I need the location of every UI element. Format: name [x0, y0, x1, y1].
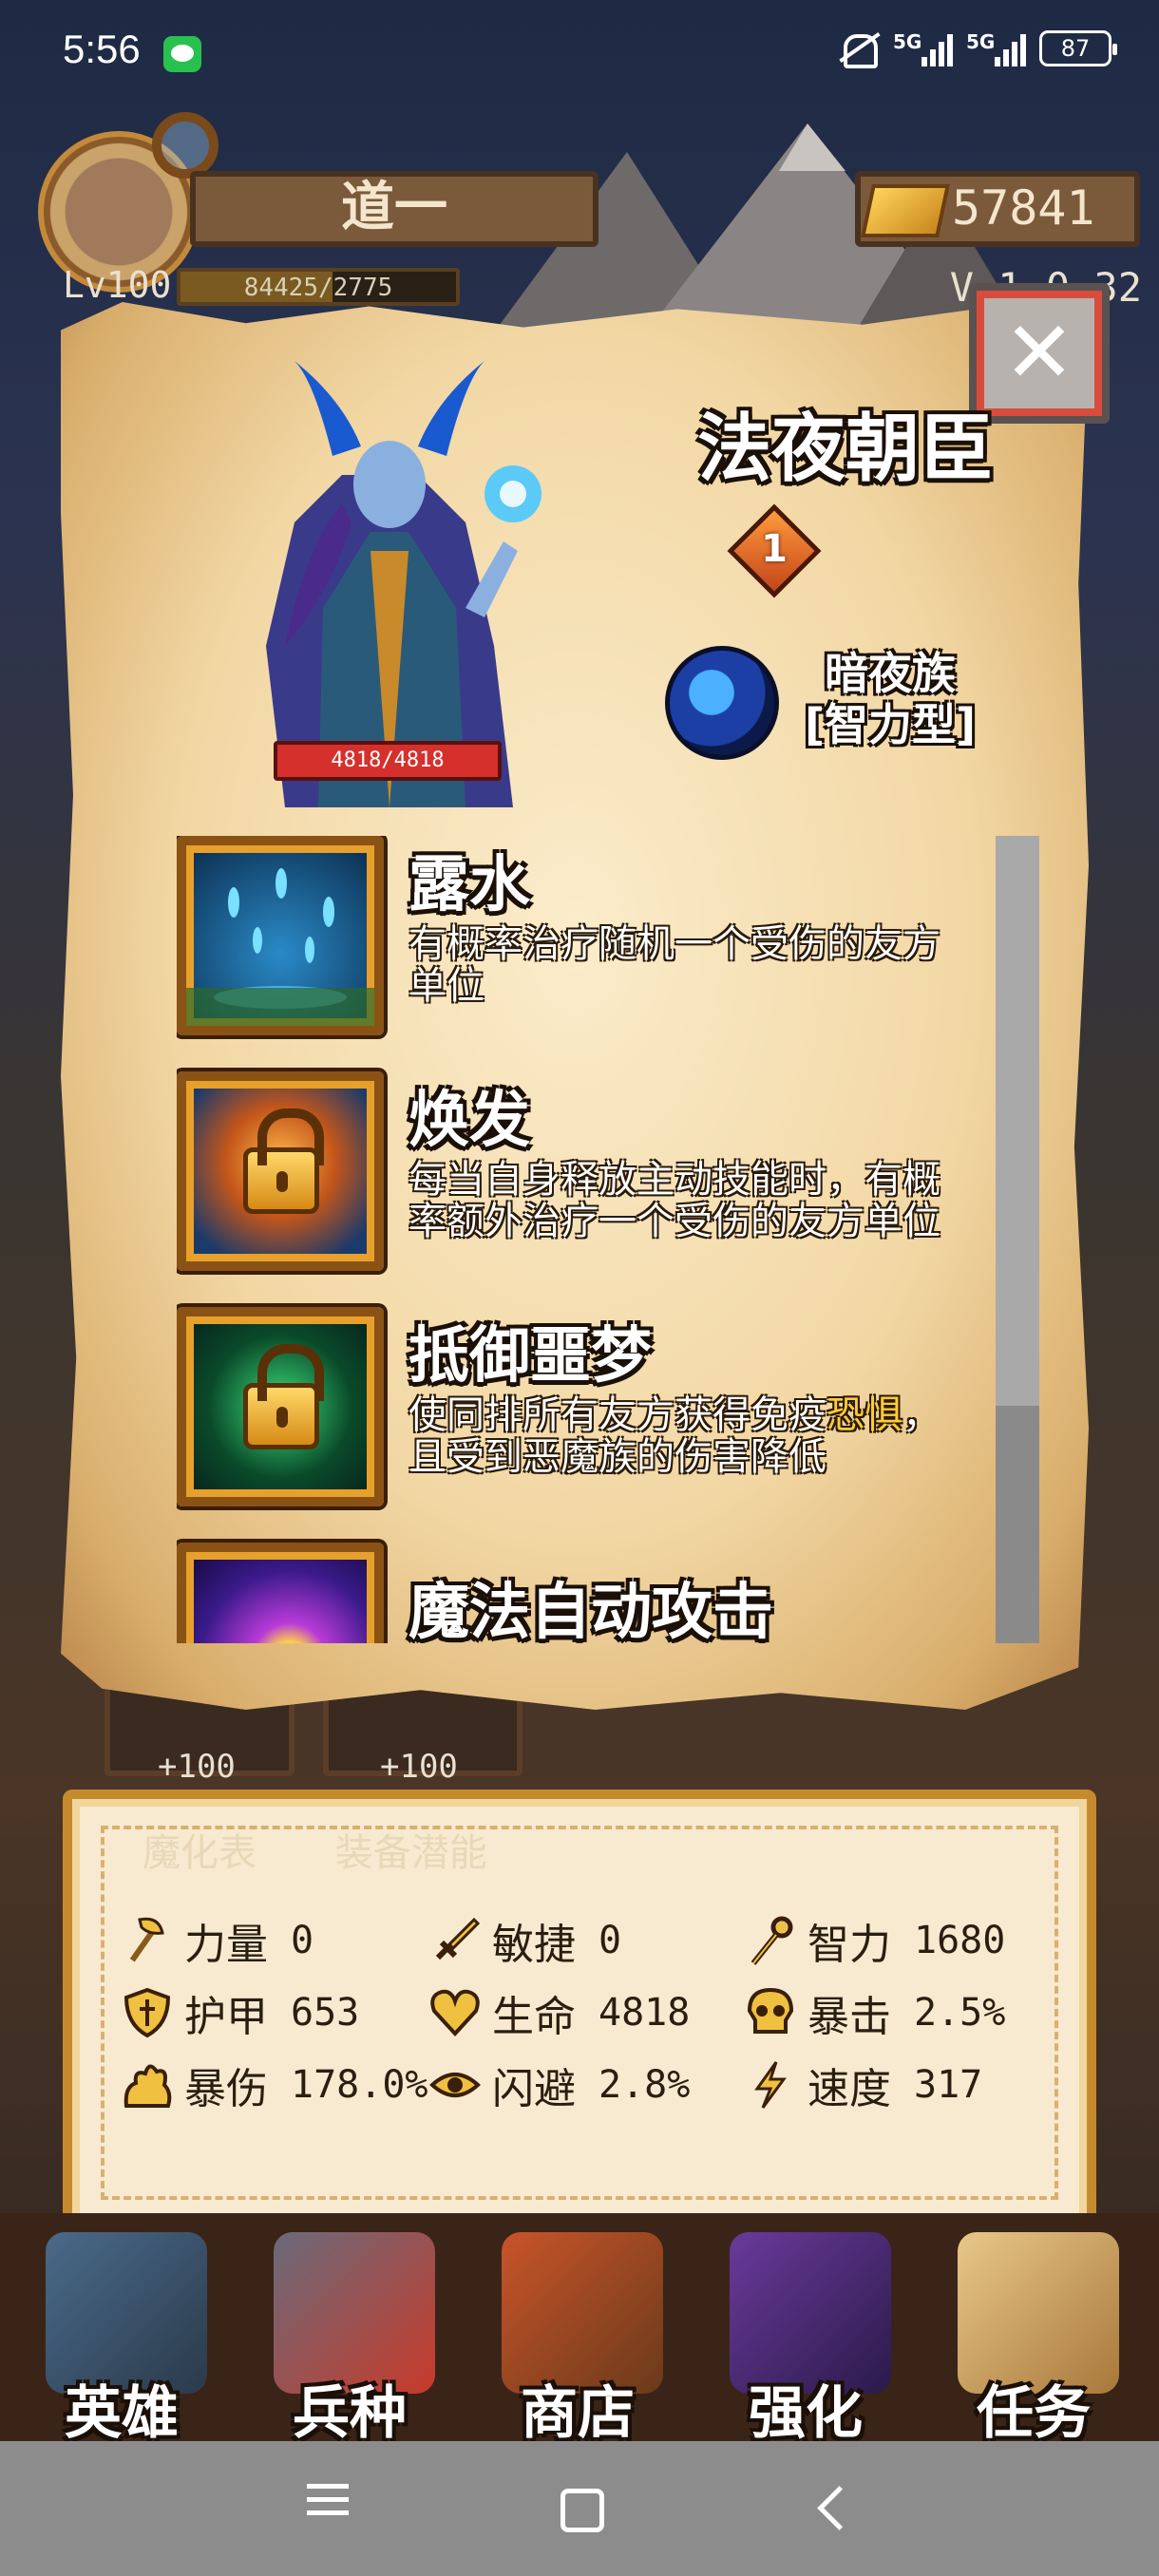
nav-shop-label: 商店: [521, 2380, 635, 2447]
padlock-icon: [243, 1108, 324, 1214]
shield-icon: [118, 1983, 177, 2042]
magic-vortex-icon: [177, 1543, 384, 1643]
tab-equipment-potential[interactable]: 装备潜能: [335, 1831, 487, 1875]
skill-list[interactable]: 露水 有概率治疗随机一个受伤的友方单位 焕发 每当自身释放主动技能时，有概率额外…: [177, 836, 994, 1643]
magnifier-icon: [152, 112, 218, 179]
hero-name: 法夜朝臣: [696, 407, 994, 492]
battery-icon: 87: [1039, 30, 1117, 66]
menu-icon[interactable]: [294, 2475, 361, 2542]
nav-heroes-label: 英雄: [65, 2380, 179, 2447]
stat-crit-damage: 暴伤 178.0%: [118, 2052, 428, 2118]
nav-troops[interactable]: 兵种: [245, 2232, 454, 2447]
axe-icon: [118, 1911, 177, 1970]
signal-icon-2: 5G: [966, 30, 1026, 66]
nav-quests[interactable]: 任务: [929, 2232, 1138, 2447]
stat-dodge: 闪避 2.8%: [426, 2052, 690, 2118]
nav-shop[interactable]: 商店: [473, 2232, 682, 2447]
hero-type: [智力型]: [804, 699, 977, 750]
stats-tabs: 魔化表 装备潜能: [142, 1822, 554, 1877]
skill-description: 有概率治疗随机一个受伤的友方单位: [408, 922, 940, 1008]
rain-drops-icon: [177, 836, 384, 1035]
skill-name: 焕发: [408, 1086, 530, 1156]
skill-scrollbar-thumb[interactable]: [996, 836, 1039, 1406]
silent-mode-icon: [836, 28, 880, 68]
gold-ingot-icon: [861, 184, 950, 237]
stat-health: 生命 4818: [426, 1979, 690, 2046]
stat-armor: 护甲 653: [118, 1979, 359, 2046]
background-slot-1-bonus: +100: [158, 1748, 236, 1786]
gold-value: 57841: [952, 180, 1095, 236]
close-icon: ✕: [1003, 303, 1075, 403]
gold-counter: 57841: [855, 171, 1140, 247]
nav-upgrade[interactable]: 强化: [701, 2232, 910, 2447]
signal-icon-1: 5G: [893, 30, 953, 66]
skill-description: 使同排所有友方获得免疫恐惧，且受到恶魔族的伤害降低: [408, 1393, 940, 1479]
skill-name: 魔法自动攻击: [408, 1578, 773, 1643]
player-level: Lv100: [63, 264, 172, 306]
hero-hp-bar: 4818/4818: [274, 741, 502, 781]
xp-text: 84425/2775: [243, 274, 393, 302]
lock-icon: [177, 1307, 384, 1506]
nav-quests-label: 任务: [977, 2380, 1091, 2447]
heart-icon: [426, 1983, 484, 2042]
nav-upgrade-label: 强化: [749, 2380, 863, 2447]
hero-rank-badge: 1: [727, 503, 822, 598]
stat-speed: 速度 317: [741, 2052, 982, 2118]
nav-troops-label: 兵种: [293, 2380, 407, 2447]
player-name: 道一: [190, 171, 598, 247]
stat-agility: 敏捷 0: [426, 1907, 621, 1974]
eye-icon: [426, 2055, 484, 2114]
clock: 5:56: [63, 27, 141, 71]
night-race-icon: [665, 646, 779, 760]
skill-description: 每当自身释放主动技能时，有概率额外治疗一个受伤的友方单位: [408, 1158, 940, 1243]
skill-name: 露水: [408, 850, 530, 920]
system-nav-bar: [0, 2441, 1159, 2576]
xp-bar: 84425/2775: [177, 268, 460, 306]
skull-icon: [741, 1983, 800, 2042]
stat-crit: 暴击 2.5%: [741, 1979, 1005, 2046]
staff-icon: [741, 1911, 800, 1970]
home-icon[interactable]: [546, 2475, 613, 2542]
hero-hp-text: 4818/4818: [331, 748, 445, 772]
back-icon[interactable]: [803, 2475, 869, 2542]
status-bar: 5:56 5G 5G 87: [0, 0, 1159, 104]
tab-demonize[interactable]: 魔化表: [142, 1831, 256, 1875]
sword-icon: [426, 1911, 484, 1970]
stat-strength: 力量 0: [118, 1907, 314, 1974]
stat-intelligence: 智力 1680: [741, 1907, 1005, 1974]
wechat-notification-icon: [163, 36, 201, 72]
burst-icon: [118, 2055, 177, 2114]
lightning-icon: [741, 2055, 800, 2114]
lock-icon: [177, 1071, 384, 1271]
background-slot-2-bonus: +100: [380, 1748, 458, 1786]
skill-keyword: 恐惧: [826, 1393, 902, 1437]
hero-race: 暗夜族 [智力型]: [790, 648, 990, 750]
hero-rank: 1: [761, 527, 788, 571]
skill-name: 抵御噩梦: [408, 1321, 652, 1392]
padlock-icon: [243, 1344, 324, 1449]
hero-race-name: 暗夜族: [825, 648, 956, 699]
nav-heroes[interactable]: 英雄: [17, 2232, 226, 2447]
